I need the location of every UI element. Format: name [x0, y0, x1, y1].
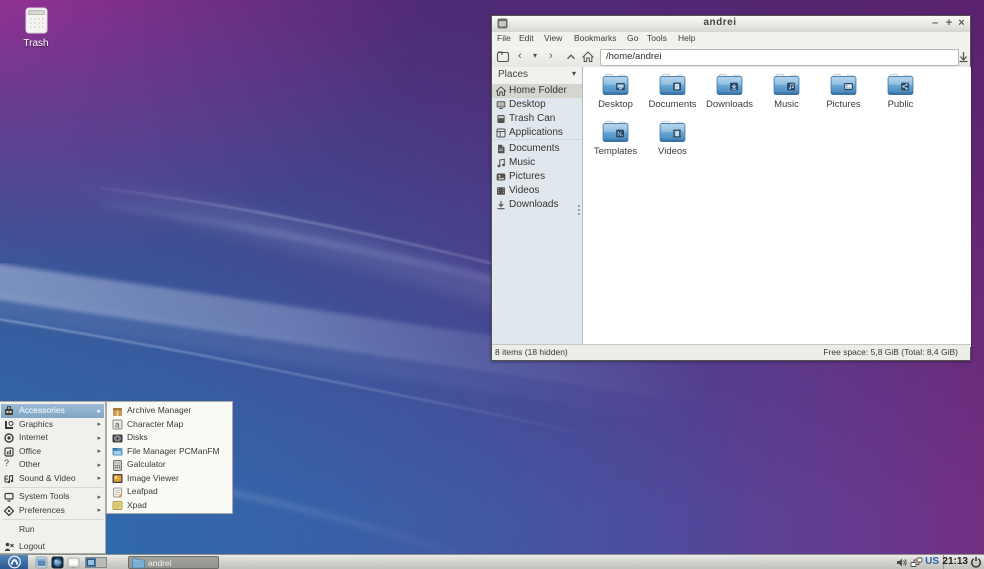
svg-text:a: a: [115, 421, 120, 430]
svg-text:N.: N.: [617, 131, 623, 138]
